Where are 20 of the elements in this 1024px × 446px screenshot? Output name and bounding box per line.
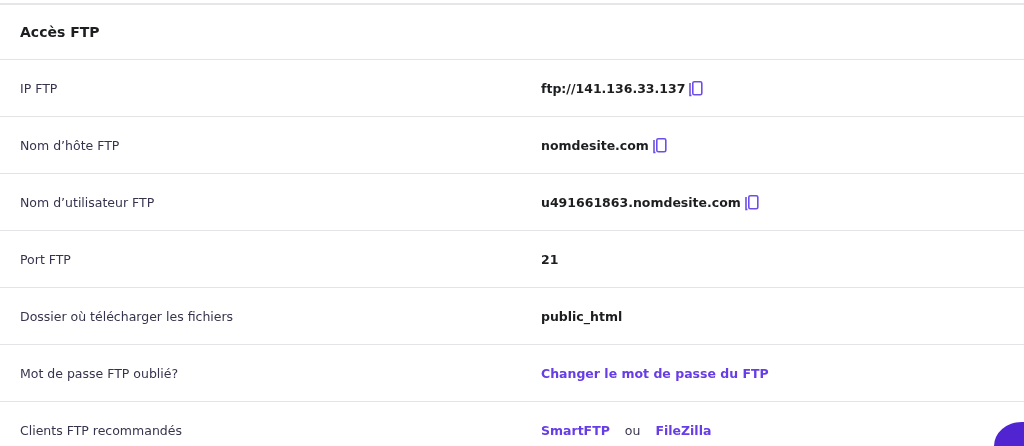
- field-value: nomdesite.com: [541, 137, 649, 153]
- row-label: Port FTP: [20, 251, 72, 267]
- row-label: Dossier où télécharger les fichiers: [20, 308, 235, 324]
- copy-icon[interactable]: [689, 79, 704, 97]
- row-label: IP FTP: [20, 80, 59, 96]
- field-value: u491661863.nomdesite.com: [541, 194, 741, 210]
- field-value: 21: [541, 251, 559, 267]
- field-value: public_html: [541, 308, 623, 324]
- row-label: Nom d’hôte FTP: [20, 137, 121, 153]
- link[interactable]: Changer le mot de passe du FTP: [541, 365, 769, 381]
- copy-icon[interactable]: [652, 136, 667, 154]
- separator-text: ou: [624, 422, 641, 438]
- field-value: ftp://141.136.33.137: [541, 80, 686, 96]
- copy-icon[interactable]: [744, 193, 759, 211]
- card-title: Accès FTP: [20, 24, 100, 40]
- row-label: Mot de passe FTP oublié?: [20, 365, 180, 381]
- row-label: Nom d’utilisateur FTP: [20, 194, 156, 210]
- link[interactable]: SmartFTP: [541, 422, 610, 438]
- row-label: Clients FTP recommandés: [20, 422, 183, 438]
- link[interactable]: FileZilla: [655, 422, 712, 438]
